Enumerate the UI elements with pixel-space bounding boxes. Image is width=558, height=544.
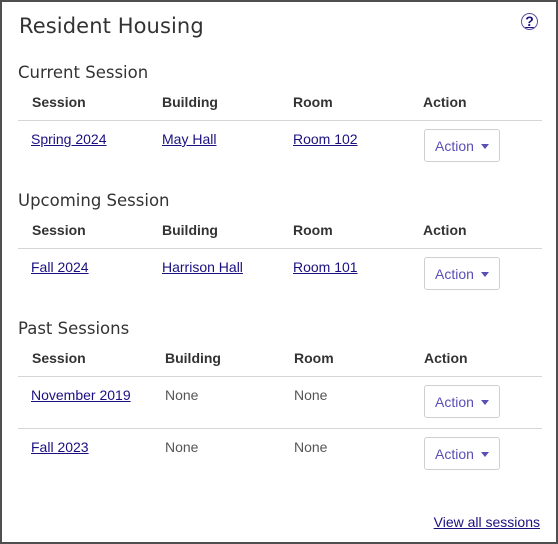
room-link[interactable]: Room 101 [293,259,358,275]
divider [18,248,542,249]
help-icon-label[interactable]: ? [522,13,537,29]
panel-title: Resident Housing [19,14,204,38]
view-all-sessions-link[interactable]: View all sessions [434,514,540,530]
divider [18,120,542,121]
session-link[interactable]: November 2019 [31,387,131,403]
help-icon[interactable]: ? [521,13,538,30]
col-building-header: Building [162,94,218,110]
col-session-header: Session [32,94,86,110]
room-link[interactable]: Room 102 [293,131,358,147]
action-dropdown-button[interactable]: Action [424,129,500,162]
building-link[interactable]: Harrison Hall [162,259,243,275]
caret-down-icon [480,451,489,457]
resident-housing-panel: Resident Housing ? Current Session Sessi… [0,0,558,544]
caret-down-icon [480,399,489,405]
current-session-title: Current Session [18,63,149,82]
col-room-header: Room [294,350,334,366]
session-link[interactable]: Fall 2024 [31,259,89,275]
past-sessions-title: Past Sessions [18,319,130,338]
divider [18,428,542,429]
action-button-label: Action [435,265,474,282]
upcoming-session-title: Upcoming Session [18,191,170,210]
caret-down-icon [480,271,489,277]
col-action-header: Action [423,94,467,110]
action-dropdown-button[interactable]: Action [424,257,500,290]
building-link[interactable]: May Hall [162,131,216,147]
action-button-label: Action [435,393,474,410]
action-button-label: Action [435,137,474,154]
col-action-header: Action [423,222,467,238]
col-room-header: Room [293,222,333,238]
col-session-header: Session [32,350,86,366]
session-link[interactable]: Spring 2024 [31,131,107,147]
divider [18,376,542,377]
room-value: None [294,439,328,455]
building-value: None [165,387,199,403]
col-action-header: Action [424,350,468,366]
caret-down-icon [480,143,489,149]
col-session-header: Session [32,222,86,238]
action-dropdown-button[interactable]: Action [424,385,500,418]
session-link[interactable]: Fall 2023 [31,439,89,455]
col-building-header: Building [165,350,221,366]
action-dropdown-button[interactable]: Action [424,437,500,470]
building-value: None [165,439,199,455]
room-value: None [294,387,328,403]
col-building-header: Building [162,222,218,238]
action-button-label: Action [435,445,474,462]
col-room-header: Room [293,94,333,110]
